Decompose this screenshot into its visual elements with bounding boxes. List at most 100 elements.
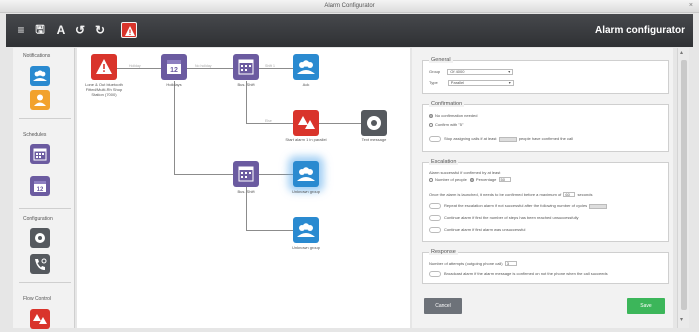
node-label: Bus. Shift [237, 189, 255, 194]
parallel-alarm-icon[interactable] [30, 309, 50, 329]
person-notification-icon[interactable] [30, 90, 50, 110]
phone-settings-icon[interactable] [30, 254, 50, 274]
group-select[interactable]: Of 4000 [447, 69, 514, 75]
cancel-button[interactable]: Cancel [424, 298, 462, 314]
type-label: Type [429, 80, 438, 86]
parallel-alarm-icon [298, 116, 315, 129]
window-close-button[interactable]: × [689, 2, 693, 9]
node-label: Lone & Out bluetooth Fitted/Multi-Rh Sho… [85, 82, 123, 97]
option-label: Stop assigning calls if at least [444, 136, 497, 142]
max-seconds-input[interactable]: 60 [563, 192, 576, 198]
weekly-calendar-icon [238, 59, 254, 75]
weekly-calendar-icon[interactable] [30, 144, 50, 164]
shift-schedule-node[interactable] [233, 54, 259, 80]
stop-assigning-toggle[interactable] [429, 136, 441, 142]
save-button[interactable]: Save [627, 298, 665, 314]
properties-panel: General Group Of 4000 Type Parallel Conf… [412, 48, 673, 328]
connector-wire [174, 174, 233, 175]
option-label: Once the alarm is launched, it needs to … [429, 192, 562, 197]
type-select[interactable]: Parallel [447, 80, 514, 86]
parallel-alarm-node[interactable] [293, 110, 319, 136]
option-label: Continue alarm if first alarm was unsucc… [444, 227, 526, 233]
radio-button[interactable] [469, 177, 474, 182]
broadcast-toggle[interactable] [429, 271, 441, 277]
continue-steps-toggle[interactable] [429, 215, 441, 221]
people-count-input[interactable] [498, 136, 517, 142]
connector-wire [115, 68, 161, 69]
scroll-down-icon[interactable]: ▾ [680, 316, 683, 323]
section-divider [19, 118, 71, 119]
undo-icon[interactable]: ↺ [73, 23, 87, 37]
flow-canvas[interactable]: Holiday No holiday Shift 1 Else Lone & O… [77, 48, 410, 328]
attempts-input[interactable]: 3 [504, 261, 517, 267]
group-icon [297, 223, 315, 237]
message-icon [367, 116, 381, 130]
svg-text:12: 12 [37, 187, 44, 193]
node-label: Bus. Shift [237, 82, 255, 87]
wire-label: Shift 1 [265, 64, 275, 68]
text-message-node[interactable] [361, 110, 387, 136]
wire-label: Holiday [129, 64, 141, 68]
cycles-input[interactable] [589, 203, 608, 209]
redo-icon[interactable]: ↻ [93, 23, 107, 37]
connector-wire [259, 174, 293, 175]
section-divider [19, 282, 71, 283]
no-confirmation-option[interactable]: No confirmation needed [429, 113, 477, 118]
percentage-input[interactable]: 50 [498, 177, 511, 183]
section-title: General [429, 57, 453, 63]
start-alarm-node[interactable] [91, 54, 117, 80]
holidays-calendar-node[interactable]: 12 [161, 54, 187, 80]
group-notification-icon[interactable] [30, 66, 50, 86]
group-field-row: Group Of 4000 [429, 69, 514, 75]
node-label: Start alarm 1 in parallel [285, 137, 327, 142]
connector-wire [259, 68, 293, 69]
radio-button[interactable] [429, 122, 433, 127]
option-label: No confirmation needed [435, 113, 478, 118]
connector-wire [174, 81, 175, 174]
success-criteria-row: Number of people Percentage 50 [429, 177, 512, 183]
escalation-section: Escalation Alarm successful if confirmed… [422, 159, 669, 242]
section-label-configuration: Configuration [23, 216, 53, 222]
alarm-toolbar-button[interactable] [121, 22, 137, 38]
settings-gear-icon[interactable] [30, 228, 50, 248]
group-icon [297, 60, 315, 74]
type-field-row: Type Parallel [429, 80, 514, 86]
text-icon[interactable]: A [54, 23, 68, 37]
attempts-row: Number of attempts (outgoing phone call)… [429, 261, 518, 267]
repeat-escalation-toggle[interactable] [429, 203, 441, 209]
max-time-row: Once the alarm is launched, it needs to … [429, 192, 592, 198]
confirm-with-5-option[interactable]: Confirm with "5" [429, 122, 463, 127]
date-calendar-icon: 12 [167, 60, 181, 74]
wire-label: Else [265, 119, 272, 123]
app-title: Alarm configurator [594, 25, 685, 36]
shift-schedule-node[interactable] [233, 161, 259, 187]
scroll-thumb[interactable] [681, 60, 687, 310]
node-label: Ack [302, 82, 310, 87]
continue-steps-row: Continue alarm if first the number of st… [429, 215, 579, 221]
radio-button[interactable] [429, 177, 433, 182]
confirmation-section: Confirmation No confirmation needed Conf… [422, 101, 669, 152]
radio-button[interactable] [429, 113, 433, 118]
connector-wire [187, 68, 233, 69]
option-label: Broadcast alarm if the alarm message is … [444, 271, 608, 277]
node-label: Unknown group [291, 189, 321, 194]
continue-first-toggle[interactable] [429, 227, 441, 233]
palette-sidebar: Notifications Schedules 12 Configuration… [13, 48, 75, 329]
vertical-scrollbar[interactable]: ▴ ▾ [677, 48, 689, 328]
option-label: Number of people [435, 177, 467, 182]
scroll-up-icon[interactable]: ▴ [680, 49, 683, 56]
general-section: General Group Of 4000 Type Parallel [422, 57, 669, 94]
save-icon[interactable]: 🖫 [33, 23, 47, 37]
date-calendar-icon[interactable]: 12 [30, 176, 50, 196]
toolbar: ≡ 🖫 A ↺ ↻ Alarm configurator [6, 14, 693, 47]
group-node[interactable] [293, 217, 319, 243]
connector-wire [246, 81, 247, 123]
title-bar: Alarm Configurator × [0, 0, 699, 13]
connector-wire [246, 123, 293, 124]
option-label: Percentage [475, 177, 497, 182]
ack-group-node[interactable] [293, 54, 319, 80]
option-label: Confirm with "5" [435, 122, 464, 127]
selected-group-node[interactable] [293, 161, 319, 187]
list-icon[interactable]: ≡ [14, 23, 28, 37]
wire-label: No holiday [195, 64, 212, 68]
